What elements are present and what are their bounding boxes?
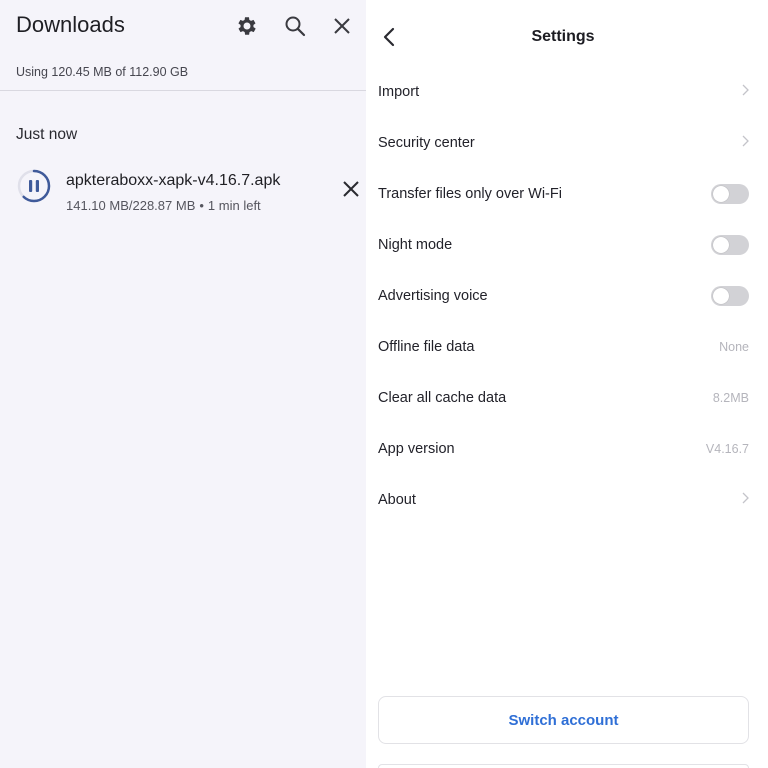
settings-row-label: Security center — [378, 134, 475, 151]
file-meta: 141.10 MB/228.87 MB • 1 min left — [66, 198, 261, 213]
settings-row-value: V4.16.7 — [705, 442, 749, 457]
settings-row-transfer-files-only-over-wi-fi[interactable]: Transfer files only over Wi-Fi — [378, 168, 749, 219]
settings-row-label: Night mode — [378, 236, 453, 253]
meta-separator: • — [199, 198, 204, 213]
settings-panel: Settings Import Security center Transfer f… — [366, 0, 768, 768]
time-left: 1 min left — [207, 198, 261, 213]
close-icon[interactable] — [328, 12, 356, 40]
toggle-knob — [713, 287, 729, 304]
toggle-switch[interactable] — [711, 183, 749, 204]
settings-row-label: Clear all cache data — [378, 390, 507, 407]
chevron-right-icon — [741, 83, 749, 101]
chevron-right-icon — [741, 134, 749, 152]
file-size-progress: 141.10 MB/228.87 MB — [66, 198, 196, 213]
settings-row-value: None — [719, 340, 749, 354]
settings-row-night-mode[interactable]: Night mode — [378, 219, 749, 270]
section-header-just-now: Just now — [16, 126, 78, 143]
toggle-switch[interactable] — [711, 234, 749, 255]
toggle-switch[interactable] — [711, 285, 749, 306]
pause-icon — [29, 180, 39, 192]
settings-row-security-center[interactable]: Security center — [378, 117, 749, 168]
settings-row-app-version[interactable]: App version V4.16.7 — [378, 424, 749, 475]
settings-row-label: Offline file data — [378, 339, 475, 355]
settings-row-label: About — [378, 492, 416, 509]
settings-row-label: App version — [378, 441, 455, 458]
downloads-panel: Downloads Using 120.45 MB of 112.90 GB J… — [0, 0, 366, 768]
settings-row-value: 8.2MB — [712, 391, 749, 406]
settings-title: Settings — [531, 28, 595, 45]
settings-row-import[interactable]: Import — [378, 66, 749, 117]
gear-icon[interactable] — [233, 12, 261, 40]
cancel-download-icon[interactable] — [340, 178, 362, 200]
next-button-edge — [378, 764, 749, 768]
storage-usage: Using 120.45 MB of 112.90 GB — [16, 65, 189, 79]
toggle-knob — [713, 185, 729, 202]
settings-row-advertising-voice[interactable]: Advertising voice — [378, 270, 749, 321]
settings-row-label: Advertising voice — [378, 287, 488, 304]
download-item[interactable]: apkteraboxx-xapk-v4.16.7.apk 141.10 MB/2… — [0, 160, 366, 220]
settings-row-clear-all-cache-data[interactable]: Clear all cache data 8.2MB — [378, 373, 749, 424]
pause-button[interactable] — [16, 168, 52, 204]
settings-row-offline-file-data[interactable]: Offline file data None — [378, 322, 749, 373]
downloads-title: Downloads — [16, 12, 125, 37]
settings-row-label: Transfer files only over Wi-Fi — [378, 185, 562, 202]
divider — [0, 90, 366, 91]
settings-row-label: Import — [378, 83, 420, 100]
toggle-knob — [713, 236, 729, 253]
search-icon[interactable] — [281, 12, 309, 40]
file-name: apkteraboxx-xapk-v4.16.7.apk — [66, 172, 281, 189]
chevron-right-icon — [741, 491, 749, 509]
switch-account-button[interactable]: Switch account — [378, 696, 749, 744]
settings-row-about[interactable]: About — [378, 475, 749, 526]
